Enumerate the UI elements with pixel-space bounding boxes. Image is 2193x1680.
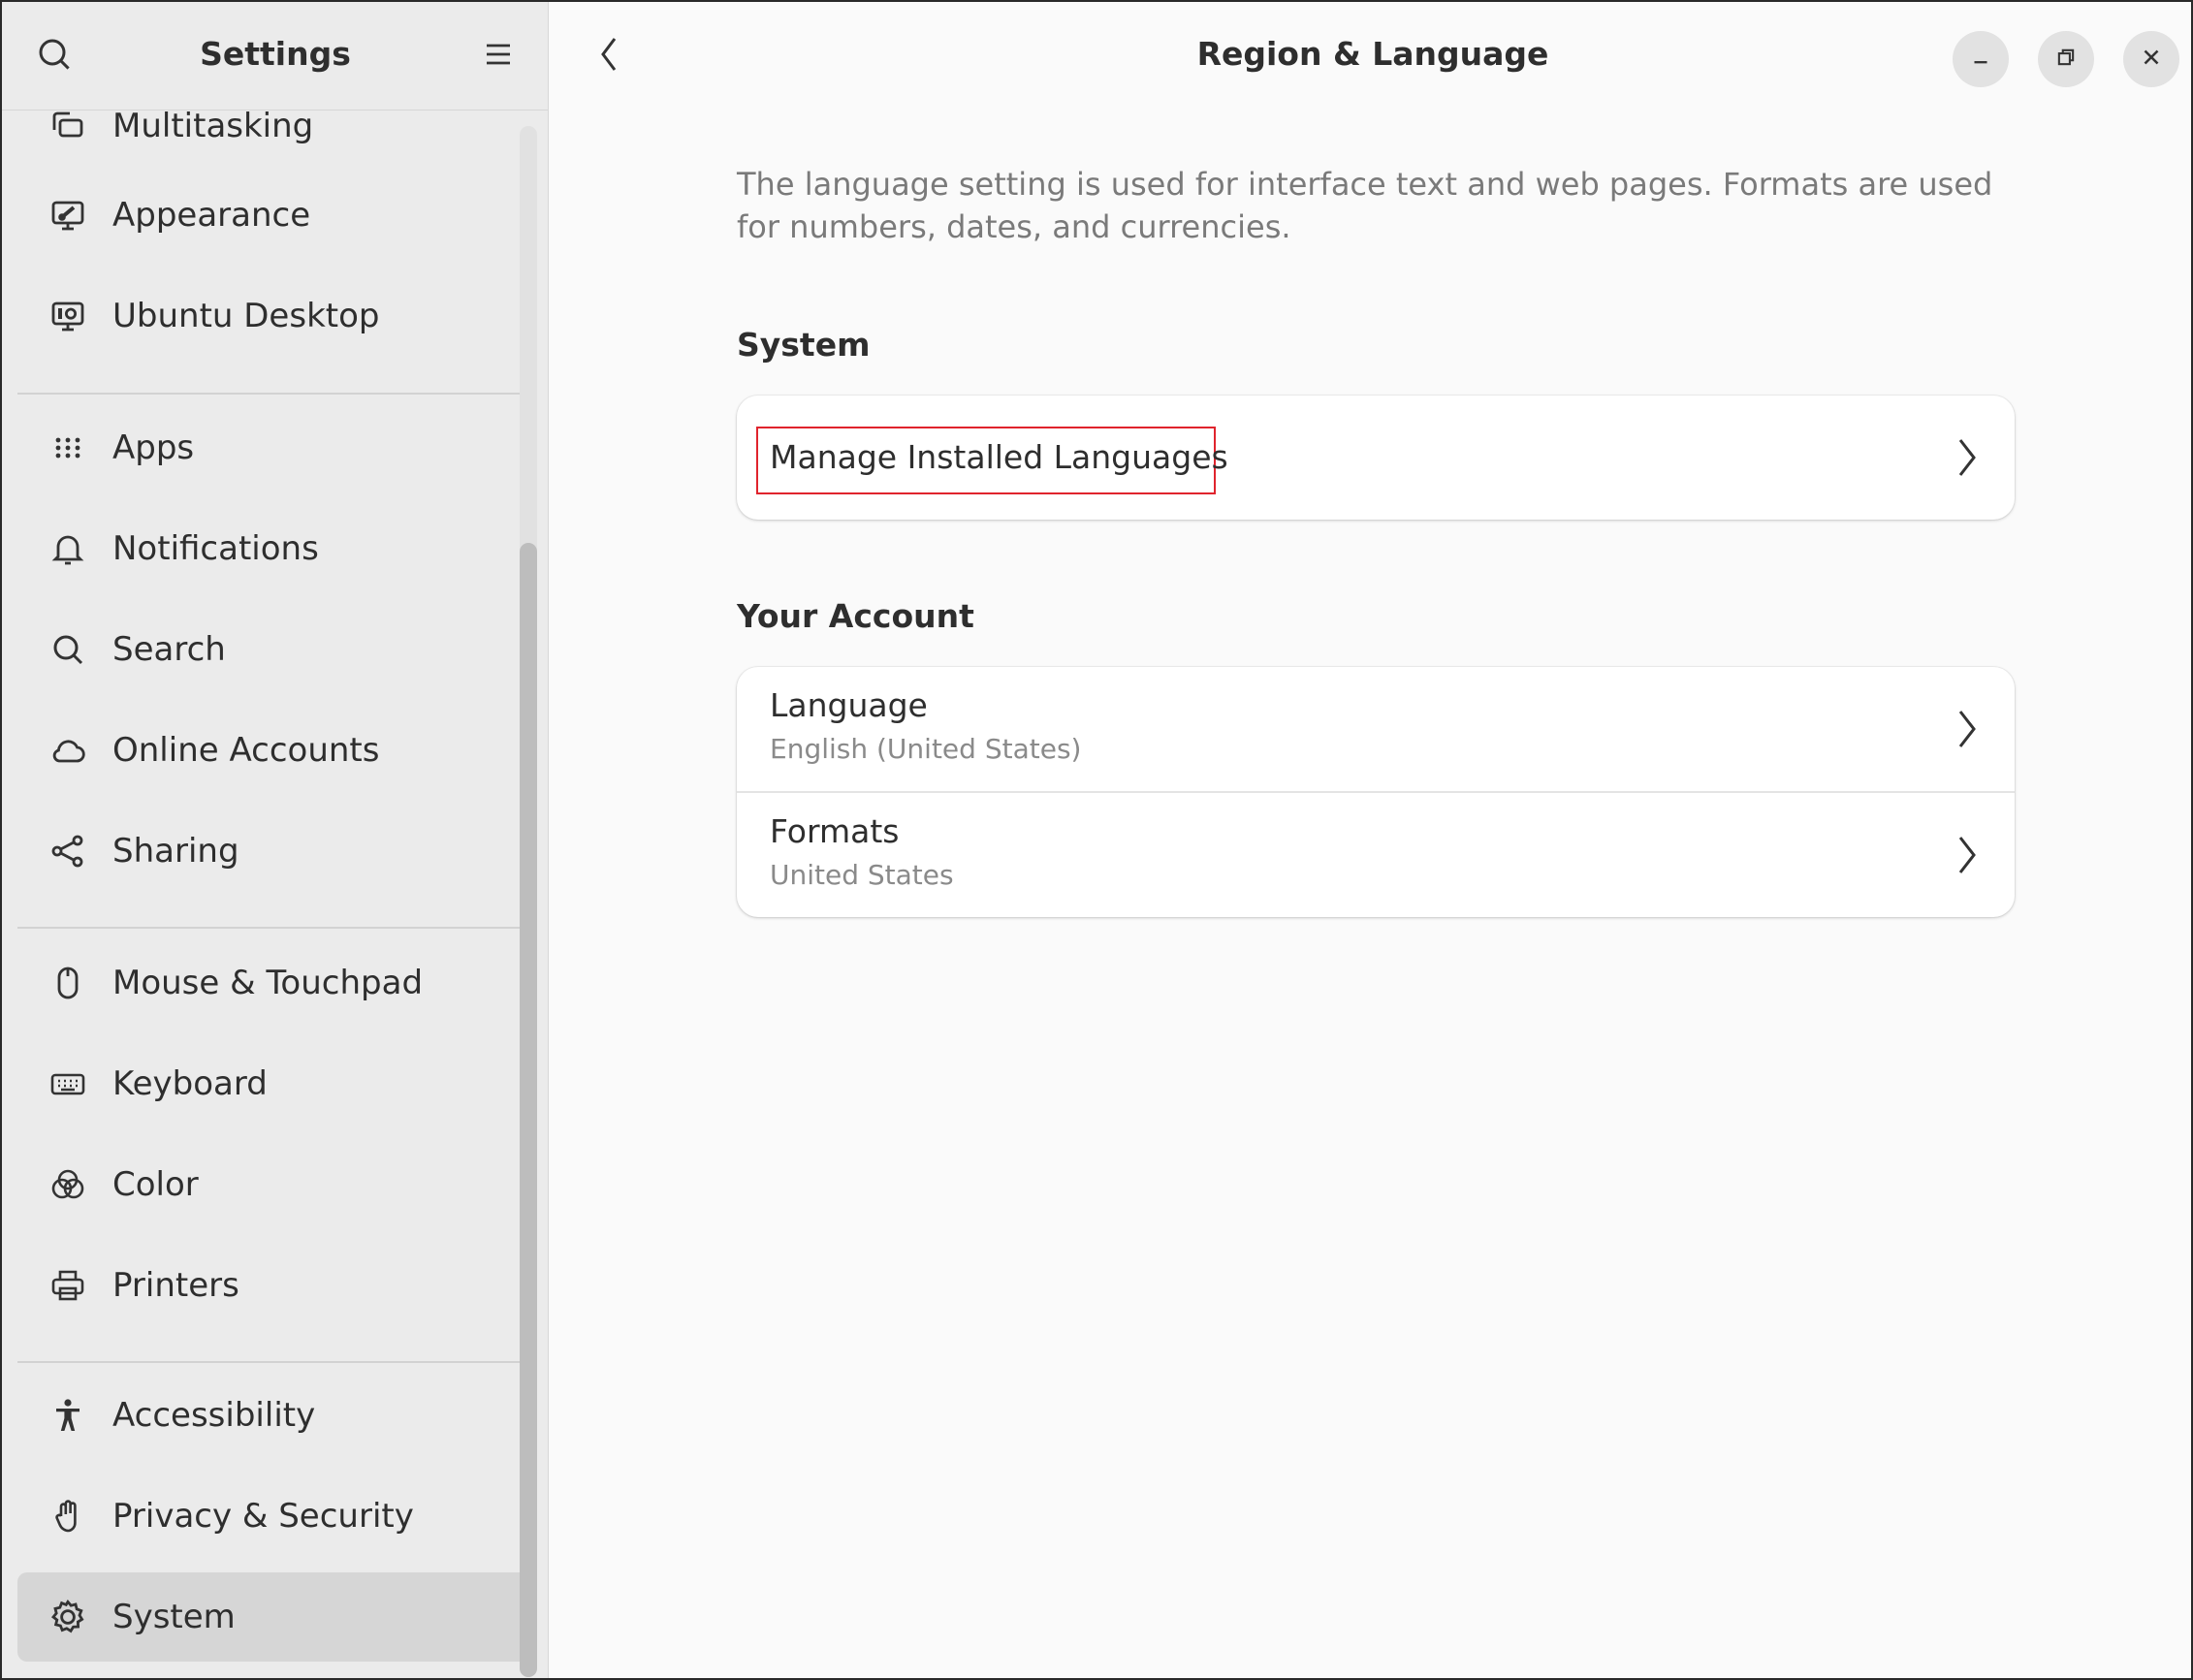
sidebar-item-label: Appearance	[112, 196, 311, 235]
language-row[interactable]: Language English (United States)	[737, 667, 2015, 791]
close-icon	[2139, 45, 2164, 74]
sidebar-title: Settings	[200, 35, 351, 73]
bell-icon	[47, 527, 89, 570]
sidebar-scrollbar-thumb[interactable]	[520, 543, 537, 1677]
share-icon	[47, 830, 89, 872]
search-icon	[47, 628, 89, 671]
sidebar-header: Settings	[2, 2, 548, 111]
multitasking-icon	[47, 105, 89, 147]
sidebar-separator	[17, 393, 537, 395]
sidebar-item-label: Online Accounts	[112, 731, 380, 770]
sidebar-item-label: System	[112, 1598, 236, 1636]
sidebar-item-mouse-touchpad[interactable]: Mouse & Touchpad	[17, 938, 537, 1028]
sidebar-item-accessibility[interactable]: Accessibility	[17, 1371, 537, 1460]
sidebar-separator	[17, 1361, 537, 1363]
system-card: Manage Installed Languages	[737, 396, 2015, 520]
sidebar: Multitasking Appearance Ubuntu Desktop A…	[2, 2, 549, 1678]
maximize-button[interactable]	[2038, 31, 2094, 87]
manage-installed-languages-row[interactable]: Manage Installed Languages	[737, 396, 2015, 520]
sidebar-item-label: Mouse & Touchpad	[112, 964, 424, 1002]
minimize-icon	[1968, 45, 1993, 74]
account-card: Language English (United States) Formats…	[737, 667, 2015, 917]
color-icon	[47, 1163, 89, 1206]
row-value: United States	[770, 859, 954, 891]
hamburger-menu-icon	[479, 35, 518, 78]
main-panel: Region & Language The language setting i…	[551, 2, 2191, 1678]
mouse-icon	[47, 962, 89, 1004]
keyboard-icon	[47, 1062, 89, 1105]
sidebar-item-color[interactable]: Color	[17, 1140, 537, 1229]
settings-window: Multitasking Appearance Ubuntu Desktop A…	[0, 0, 2193, 1680]
section-title-system: System	[737, 326, 871, 364]
sidebar-item-ubuntu-desktop[interactable]: Ubuntu Desktop	[17, 271, 537, 361]
appearance-icon	[47, 194, 89, 237]
sidebar-item-label: Sharing	[112, 832, 239, 871]
printer-icon	[47, 1264, 89, 1307]
sidebar-item-label: Keyboard	[112, 1064, 268, 1103]
sidebar-item-sharing[interactable]: Sharing	[17, 807, 537, 896]
sidebar-item-printers[interactable]: Printers	[17, 1241, 537, 1330]
main-menu-button[interactable]	[469, 27, 527, 85]
apps-grid-icon	[47, 427, 89, 469]
region-description: The language setting is used for interfa…	[737, 166, 1993, 245]
hand-icon	[47, 1495, 89, 1537]
ubuntu-desktop-icon	[47, 295, 89, 337]
sidebar-item-label: Privacy & Security	[112, 1497, 414, 1536]
sidebar-item-system[interactable]: System	[17, 1572, 537, 1662]
formats-row[interactable]: Formats United States	[737, 793, 2015, 917]
sidebar-item-label: Ubuntu Desktop	[112, 297, 380, 335]
sidebar-item-label: Multitasking	[112, 107, 314, 145]
chevron-right-icon	[1958, 711, 1976, 747]
main-header: Region & Language	[551, 2, 2191, 111]
row-value: English (United States)	[770, 733, 1082, 765]
gear-icon	[47, 1596, 89, 1638]
sidebar-item-label: Notifications	[112, 529, 319, 568]
section-title-your-account: Your Account	[737, 597, 974, 635]
sidebar-item-appearance[interactable]: Appearance	[17, 171, 537, 260]
sidebar-item-notifications[interactable]: Notifications	[17, 504, 537, 593]
row-label: Manage Installed Languages	[770, 438, 1228, 476]
sidebar-item-search[interactable]: Search	[17, 605, 537, 694]
chevron-right-icon	[1958, 837, 1976, 873]
minimize-button[interactable]	[1953, 31, 2009, 87]
page-title: Region & Language	[1196, 35, 1549, 73]
cloud-icon	[47, 729, 89, 772]
sidebar-item-privacy-security[interactable]: Privacy & Security	[17, 1472, 537, 1561]
chevron-right-icon	[1958, 439, 1976, 476]
sidebar-item-label: Accessibility	[112, 1396, 316, 1435]
sidebar-item-label: Color	[112, 1165, 199, 1204]
close-button[interactable]	[2123, 31, 2179, 87]
row-label: Formats	[770, 812, 900, 850]
sidebar-item-label: Printers	[112, 1266, 239, 1305]
restore-icon	[2053, 45, 2079, 74]
sidebar-item-label: Apps	[112, 428, 195, 467]
sidebar-separator	[17, 927, 537, 929]
sidebar-item-apps[interactable]: Apps	[17, 403, 537, 492]
row-label: Language	[770, 686, 928, 724]
sidebar-item-label: Search	[112, 630, 226, 669]
sidebar-item-keyboard[interactable]: Keyboard	[17, 1039, 537, 1128]
accessibility-icon	[47, 1394, 89, 1437]
sidebar-item-online-accounts[interactable]: Online Accounts	[17, 706, 537, 795]
